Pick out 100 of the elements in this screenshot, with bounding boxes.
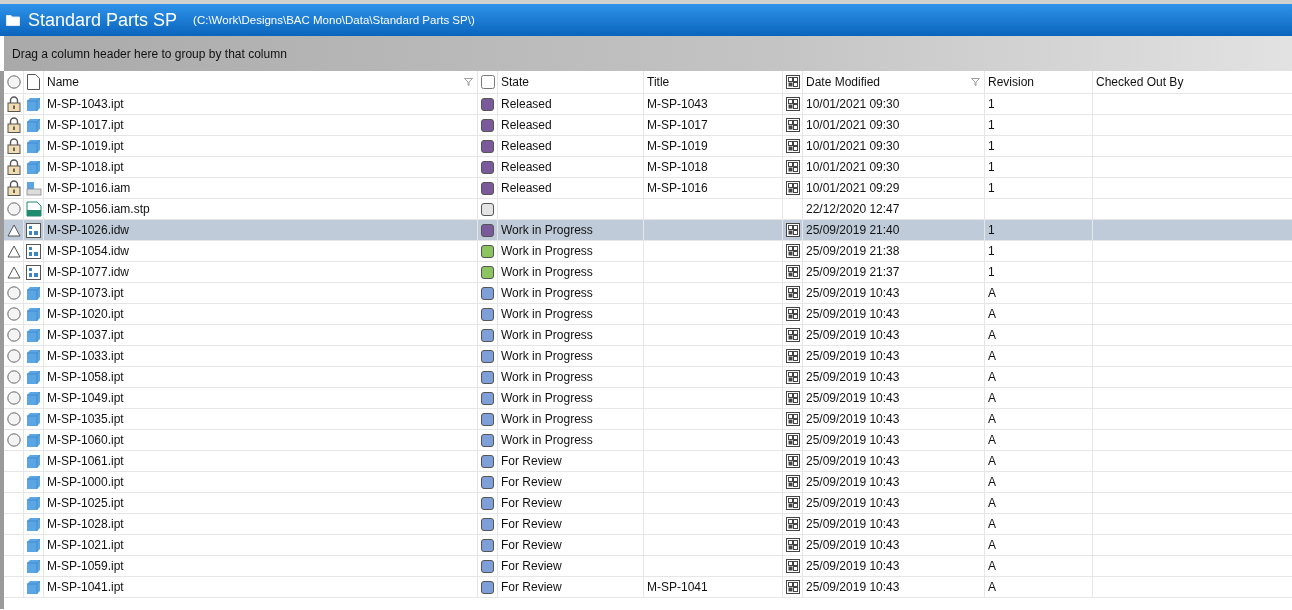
table-cell: M-SP-1049.ipt <box>47 391 124 405</box>
table-row[interactable]: M-SP-1073.ipt Work in Progress 25/09/2019 10:43 A <box>4 283 1292 304</box>
column-header[interactable]: Date Modified <box>806 75 881 89</box>
table-cell: For Review <box>501 454 562 468</box>
table-cell: Work in Progress <box>501 370 593 384</box>
table-cell: A <box>988 496 996 510</box>
table-cell: 25/09/2019 10:43 <box>806 349 900 363</box>
table-row[interactable]: M-SP-1077.idw Work in Progress 25/09/2019 21:37 1 <box>4 262 1292 283</box>
table-cell: M-SP-1073.ipt <box>47 286 124 300</box>
table-row[interactable]: M-SP-1000.ipt For Review 25/09/2019 10:43 A <box>4 472 1292 493</box>
drawing-icon <box>26 243 41 259</box>
table-row[interactable]: M-SP-1049.ipt Work in Progress 25/09/2019 10:43 A <box>4 388 1292 409</box>
circle-icon <box>6 328 21 342</box>
table-cell: 1 <box>988 97 995 111</box>
table-cell: A <box>988 517 996 531</box>
column-header[interactable]: Title <box>647 75 670 89</box>
table-row[interactable]: M-SP-1054.idw Work in Progress 25/09/2019 21:38 1 <box>4 241 1292 262</box>
table-row[interactable]: M-SP-1059.ipt For Review 25/09/2019 10:43 A <box>4 556 1292 577</box>
table-cell: A <box>988 307 996 321</box>
table-cell: M-SP-1020.ipt <box>47 307 124 321</box>
table-cell: M-SP-1019.ipt <box>47 139 124 153</box>
table-row[interactable]: M-SP-1021.ipt For Review 25/09/2019 10:43 A <box>4 535 1292 556</box>
table-row[interactable]: M-SP-1016.iam Released M-SP-1016 10/01/2021 09:29 1 <box>4 178 1292 199</box>
table-cell: Released <box>501 160 552 174</box>
table-row[interactable]: M-SP-1037.ipt Work in Progress 25/09/2019 10:43 A <box>4 325 1292 346</box>
table-cell: M-SP-1016.iam <box>47 181 131 195</box>
table-cell: 10/01/2021 09:30 <box>806 139 900 153</box>
table-row[interactable]: M-SP-1041.ipt For Review M-SP-1041 25/09/2019 10:43 A <box>4 577 1292 598</box>
table-cell: M-SP-1017.ipt <box>47 118 124 132</box>
folder-path: (C:\Work\Designs\BAC Mono\Data\Standard Parts SP\) <box>193 14 475 26</box>
table-row[interactable]: M-SP-1018.ipt Released M-SP-1018 10/01/2021 09:30 1 <box>4 157 1292 178</box>
table-cell: Work in Progress <box>501 286 593 300</box>
table-row[interactable]: M-SP-1020.ipt Work in Progress 25/09/2019 10:43 A <box>4 304 1292 325</box>
table-cell: A <box>988 391 996 405</box>
cube-icon <box>26 390 41 406</box>
cube-icon <box>26 117 41 133</box>
table-cell: For Review <box>501 538 562 552</box>
cube-icon <box>26 474 41 490</box>
table-cell: 25/09/2019 10:43 <box>806 307 900 321</box>
table-cell: For Review <box>501 580 562 594</box>
table-cell: Work in Progress <box>501 349 593 363</box>
assembly-icon <box>25 180 42 196</box>
column-header[interactable]: Revision <box>988 75 1035 89</box>
cube-icon <box>26 159 41 175</box>
table-cell: 25/09/2019 10:43 <box>806 580 900 594</box>
table-row[interactable]: M-SP-1028.ipt For Review 25/09/2019 10:43 A <box>4 514 1292 535</box>
column-header[interactable]: Checked Out By <box>1096 75 1184 89</box>
table-cell: M-SP-1000.ipt <box>47 475 124 489</box>
folder-icon <box>6 14 20 26</box>
stp-file-icon <box>25 201 42 217</box>
table-row[interactable]: M-SP-1060.ipt Work in Progress 25/09/2019 10:43 A <box>4 430 1292 451</box>
table-cell: 25/09/2019 10:43 <box>806 538 900 552</box>
table-cell: 25/09/2019 21:38 <box>806 244 900 258</box>
table-cell: 25/09/2019 10:43 <box>806 370 900 384</box>
table-cell: 22/12/2020 12:47 <box>806 202 900 216</box>
column-header[interactable]: State <box>501 75 530 89</box>
table-cell: M-SP-1041 <box>647 580 708 594</box>
cube-icon <box>26 432 41 448</box>
table-row[interactable]: M-SP-1033.ipt Work in Progress 25/09/2019 10:43 A <box>4 346 1292 367</box>
table-row[interactable]: M-SP-1061.ipt For Review 25/09/2019 10:43 A <box>4 451 1292 472</box>
lock-icon <box>6 96 21 112</box>
table-cell: 10/01/2021 09:29 <box>806 181 900 195</box>
table-row[interactable]: M-SP-1026.idw Work in Progress 25/09/2019 21:40 1 <box>4 220 1292 241</box>
table-cell: 1 <box>988 160 995 174</box>
table-row[interactable]: M-SP-1058.ipt Work in Progress 25/09/2019 10:43 A <box>4 367 1292 388</box>
checkbox-icon[interactable] <box>480 75 495 89</box>
cube-icon <box>26 453 41 469</box>
table-row[interactable]: M-SP-1043.ipt Released M-SP-1043 10/01/2021 09:30 1 <box>4 94 1292 115</box>
circle-icon <box>6 75 21 89</box>
table-cell: Released <box>501 118 552 132</box>
table-cell: M-SP-1016 <box>647 181 708 195</box>
filter-icon[interactable] <box>971 78 980 86</box>
table-cell: M-SP-1018 <box>647 160 708 174</box>
warning-triangle-icon <box>6 244 21 258</box>
cube-icon <box>26 558 41 574</box>
document-icon <box>27 74 40 90</box>
cube-icon <box>26 306 41 322</box>
table-cell: Work in Progress <box>501 433 593 447</box>
table-cell: A <box>988 286 996 300</box>
circle-icon <box>6 202 21 216</box>
circle-icon <box>6 412 21 426</box>
table-cell: A <box>988 580 996 594</box>
filter-icon[interactable] <box>464 78 473 86</box>
table-cell: For Review <box>501 475 562 489</box>
cube-icon <box>26 138 41 154</box>
table-cell: M-SP-1077.idw <box>47 265 130 279</box>
table-cell: 1 <box>988 265 995 279</box>
table-cell: 25/09/2019 10:43 <box>806 559 900 573</box>
window-title: Standard Parts SP <box>28 9 178 31</box>
column-header[interactable]: Name <box>47 75 79 89</box>
table-row[interactable]: M-SP-1035.ipt Work in Progress 25/09/2019 10:43 A <box>4 409 1292 430</box>
table-cell: Work in Progress <box>501 307 593 321</box>
table-cell: 1 <box>988 181 995 195</box>
warning-triangle-icon <box>6 223 21 237</box>
table-cell: 25/09/2019 10:43 <box>806 328 900 342</box>
table-row[interactable]: M-SP-1017.ipt Released M-SP-1017 10/01/2021 09:30 1 <box>4 115 1292 136</box>
table-row[interactable]: M-SP-1025.ipt For Review 25/09/2019 10:43 A <box>4 493 1292 514</box>
table-row[interactable]: M-SP-1019.ipt Released M-SP-1019 10/01/2021 09:30 1 <box>4 136 1292 157</box>
table-cell: M-SP-1017 <box>647 118 708 132</box>
table-cell: A <box>988 370 996 384</box>
